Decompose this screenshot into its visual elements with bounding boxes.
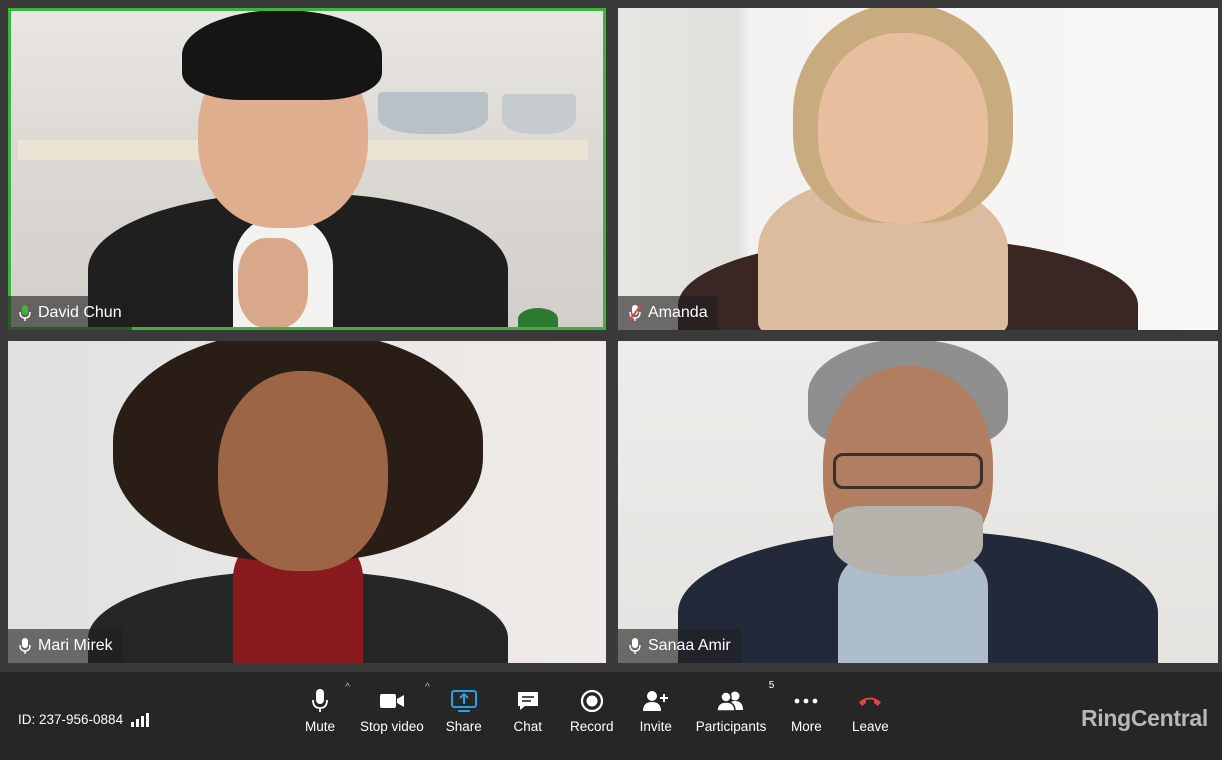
mic-icon: [629, 638, 641, 654]
hang-up-icon: [859, 697, 882, 706]
participant-name-tag: Mari Mirek: [8, 629, 123, 663]
add-user-icon: [642, 691, 668, 711]
meeting-id: ID: 237-956-0884: [18, 712, 150, 727]
plant: [518, 308, 558, 330]
toolbar-controls: ^ Mute ^ Stop video Share Chat Record In…: [288, 680, 902, 734]
participant-name: Sanaa Amir: [648, 637, 731, 654]
participants-label: Participants: [695, 719, 767, 734]
more-label: More: [790, 719, 822, 734]
chat-icon: [517, 692, 538, 710]
leave-button[interactable]: Leave: [846, 686, 894, 734]
chevron-up-icon[interactable]: ^: [345, 682, 350, 693]
mic-icon: [19, 638, 31, 654]
participants-count-badge: 5: [768, 680, 775, 691]
mic-active-icon: [19, 305, 31, 321]
mic-muted-icon: [628, 304, 642, 322]
video-tile-amanda[interactable]: Amanda: [618, 8, 1218, 330]
more-dots-icon: [794, 698, 818, 704]
bowl: [502, 94, 576, 134]
participants-button[interactable]: 5 Participants: [695, 680, 775, 734]
participant-name: David Chun: [38, 304, 122, 321]
invite-button[interactable]: Invite: [632, 686, 680, 734]
video-tile-mari-mirek[interactable]: Mari Mirek: [8, 341, 606, 663]
participant-name: Mari Mirek: [38, 637, 113, 654]
participant-name-tag: Sanaa Amir: [618, 629, 741, 663]
mute-label: Mute: [304, 719, 335, 734]
ringcentral-logo: RingCentral: [1080, 705, 1208, 731]
share-label: Share: [445, 719, 482, 734]
leave-label: Leave: [851, 719, 889, 734]
participant-name-tag: Amanda: [618, 296, 718, 330]
stop-video-label: Stop video: [360, 719, 424, 734]
meeting-id-text: ID: 237-956-0884: [18, 712, 124, 727]
participant-name-tag: David Chun: [8, 296, 132, 330]
record-icon: [580, 689, 603, 713]
meeting-toolbar: ID: 237-956-0884 ^ Mute ^ Stop video Sha…: [0, 672, 1222, 760]
chat-label: Chat: [513, 719, 543, 734]
share-button[interactable]: Share: [440, 686, 488, 734]
participant-name: Amanda: [648, 304, 708, 321]
bowl: [378, 92, 488, 134]
record-button[interactable]: Record: [568, 686, 616, 734]
participants-icon: [716, 691, 744, 712]
mute-button[interactable]: ^ Mute: [296, 682, 350, 734]
chat-button[interactable]: Chat: [504, 686, 552, 734]
share-screen-icon: [450, 690, 477, 712]
invite-label: Invite: [639, 719, 672, 734]
signal-strength-icon[interactable]: [131, 712, 150, 727]
video-tile-david-chun[interactable]: David Chun: [8, 8, 606, 330]
video-grid: David Chun Amanda Mari Mirek Sanaa Amir: [0, 0, 1222, 672]
stop-video-button[interactable]: ^ Stop video: [360, 682, 430, 734]
chevron-up-icon[interactable]: ^: [425, 682, 430, 693]
microphone-icon: [312, 689, 328, 712]
video-tile-sanaa-amir[interactable]: Sanaa Amir: [618, 341, 1218, 663]
record-label: Record: [570, 719, 614, 734]
more-button[interactable]: More: [782, 686, 830, 734]
video-camera-icon: [379, 694, 404, 708]
